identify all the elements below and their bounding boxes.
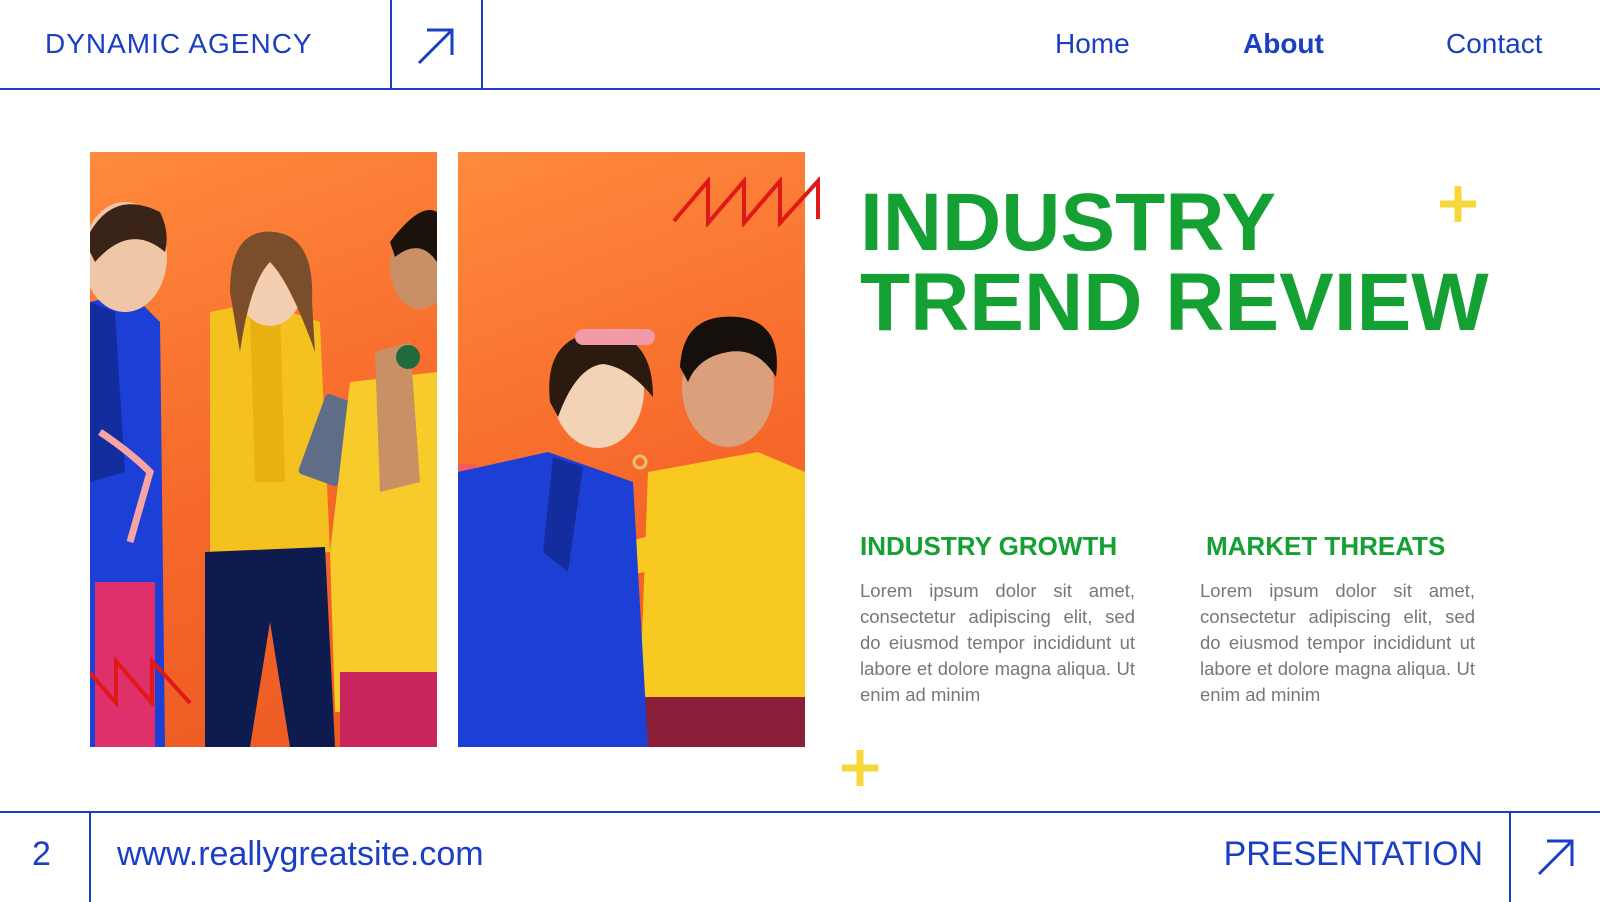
header-bar: DYNAMIC AGENCY Home About Contact — [0, 0, 1600, 90]
industry-growth-text: Lorem ipsum dolor sit amet, consectetur … — [860, 580, 1135, 705]
industry-growth-heading: INDUSTRY GROWTH — [860, 531, 1118, 561]
team-photo-right — [458, 152, 805, 747]
footer-divider — [1509, 813, 1511, 902]
plus-decor-icon — [1440, 186, 1476, 222]
footer-bar: 2 www.reallygreatsite.com PRESENTATION — [0, 811, 1600, 902]
nav-contact-link[interactable]: Contact — [1446, 28, 1543, 60]
page-title: INDUSTRY TREND REVIEW — [860, 182, 1489, 344]
brand-name[interactable]: DYNAMIC AGENCY — [45, 28, 313, 60]
arrow-up-right-icon[interactable] — [415, 25, 457, 67]
title-line-2: TREND REVIEW — [860, 257, 1489, 348]
plus-decor-icon — [842, 750, 878, 786]
nav-home-link[interactable]: Home — [1055, 28, 1130, 60]
market-threats-heading: MARKET THREATS — [1206, 531, 1446, 561]
zigzag-decor-icon — [90, 657, 192, 707]
title-line-1: INDUSTRY — [860, 177, 1277, 268]
presentation-label: PRESENTATION — [1223, 835, 1483, 873]
zigzag-decor-icon — [672, 177, 820, 227]
website-link[interactable]: www.reallygreatsite.com — [117, 835, 484, 874]
page-number: 2 — [32, 835, 51, 873]
arrow-up-right-icon[interactable] — [1535, 836, 1577, 878]
people-illustration-right — [458, 316, 805, 747]
header-divider — [390, 0, 392, 90]
nav-about-link[interactable]: About — [1243, 28, 1324, 60]
market-threats-text: Lorem ipsum dolor sit amet, consectetur … — [1200, 580, 1475, 705]
footer-divider — [89, 813, 91, 902]
header-divider — [481, 0, 483, 90]
team-photo-left — [90, 152, 437, 747]
